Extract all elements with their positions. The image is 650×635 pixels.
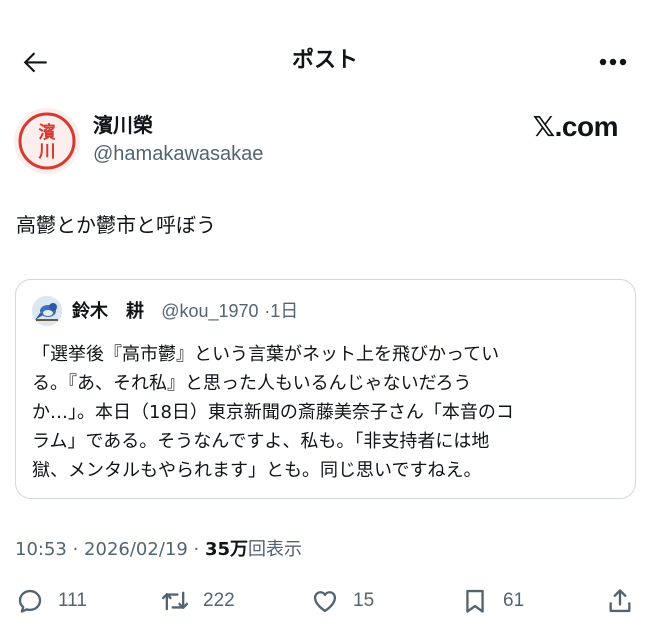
- reply-count: 111: [58, 590, 87, 611]
- post-time: 10:53 · 2026/02/19 ·: [15, 539, 205, 560]
- quoted-text-line: る。『あ、それ私』と思った人もいるんじゃないだろう: [32, 373, 472, 394]
- repost-button[interactable]: 222: [161, 586, 235, 616]
- repost-icon: [161, 591, 189, 611]
- quoted-author-handle[interactable]: @kou_1970: [161, 301, 258, 321]
- quoted-text-line: 獄、メンタルもやられます」とも。同じ思いですねえ。: [32, 460, 482, 481]
- reply-icon: [18, 589, 42, 613]
- views-label: 回表示: [248, 539, 303, 560]
- quoted-post-header: 鈴木 耕 @kou_1970 ·1日: [72, 299, 298, 324]
- share-icon: [609, 589, 631, 613]
- heart-icon: [313, 591, 337, 613]
- author-name[interactable]: 濱川榮: [93, 112, 153, 138]
- share-button[interactable]: [606, 586, 634, 616]
- more-button[interactable]: [596, 46, 630, 78]
- bookmark-count: 61: [503, 590, 525, 611]
- quoted-text-line: 「選挙後『高市鬱』という言葉がネット上を飛びかってい: [32, 344, 500, 365]
- like-button[interactable]: 15: [311, 586, 374, 616]
- quoted-text-line: ラム」である。そうなんですよ、私も。「非支持者には地: [32, 431, 490, 452]
- quoted-author-avatar: [32, 296, 62, 326]
- reply-button[interactable]: 111: [16, 586, 87, 616]
- author-handle[interactable]: @hamakawasakae: [93, 141, 263, 167]
- post-timestamp: 10:53 · 2026/02/19 · 35万回表示: [15, 537, 302, 563]
- quoted-post-card[interactable]: 鈴木 耕 @kou_1970 ·1日 「選挙後『高市鬱』という言葉がネット上を飛…: [15, 279, 636, 499]
- like-count: 15: [353, 590, 375, 611]
- x-logo-watermark: 𝕏.com: [532, 111, 619, 142]
- more-horizontal-icon: [599, 58, 627, 66]
- views-count: 35万: [204, 539, 249, 560]
- page-title: ポスト: [291, 48, 358, 73]
- top-bar: ポスト: [0, 40, 650, 82]
- svg-text:川: 川: [38, 142, 56, 162]
- avatar[interactable]: 濱 川: [14, 108, 80, 174]
- bookmark-icon: [466, 589, 484, 613]
- quoted-post-text: 「選挙後『高市鬱』という言葉がネット上を飛びかってい る。『あ、それ私』と思った…: [32, 340, 627, 485]
- quoted-text-line: か…」。本日（18日）東京新聞の斎藤美奈子さん「本音のコ: [32, 402, 514, 423]
- quoted-post-time: ·1日: [264, 301, 299, 321]
- bookmark-button[interactable]: 61: [461, 586, 524, 616]
- svg-text:濱: 濱: [39, 122, 56, 143]
- post-text: 高鬱とか鬱市と呼ぼう: [16, 213, 216, 237]
- repost-count: 222: [203, 590, 235, 611]
- quoted-author-name[interactable]: 鈴木 耕: [72, 301, 144, 322]
